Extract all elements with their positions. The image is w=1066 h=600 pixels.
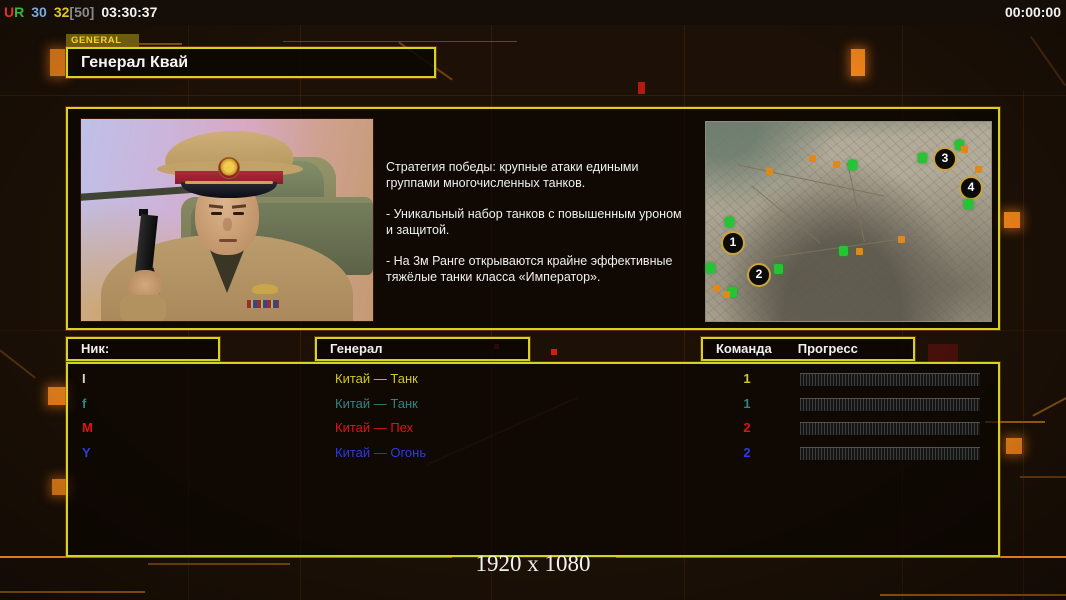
portrait-emblem [218, 157, 240, 179]
structure-icon [898, 236, 905, 243]
structure-icon [766, 168, 773, 175]
start-position-marker: 1 [721, 231, 745, 255]
portrait-eyel [211, 212, 222, 215]
supply-dock-icon [839, 246, 848, 256]
header-general: Генерал [315, 337, 530, 361]
header-progress-label: Прогресс [797, 341, 858, 356]
status-game-timer: 00:00:00 [1004, 4, 1061, 20]
player-general: Китай — Танк [335, 371, 418, 386]
briefing-panel: Стратегия победы: крупные атаки едиными … [66, 107, 1000, 330]
portrait-nose [223, 218, 232, 231]
strategy-line-3: - На 3м Ранге открываются крайне эффекти… [386, 254, 673, 284]
general-name-text: Генерал Квай [81, 54, 189, 71]
portrait-badge [252, 284, 278, 294]
start-position-marker: 3 [933, 147, 957, 171]
start-position-marker: 4 [959, 176, 983, 200]
player-team: 2 [743, 420, 751, 435]
start-position-marker: 2 [747, 263, 771, 287]
circuit-decor [638, 82, 645, 94]
supply-dock-icon [848, 160, 857, 170]
structure-icon [809, 155, 816, 162]
portrait-ribbons [247, 300, 279, 308]
supply-dock-icon [774, 264, 783, 274]
structure-icon [713, 285, 720, 292]
structure-icon [833, 161, 840, 168]
portrait-cuff [120, 295, 166, 321]
portrait-eyer [233, 212, 244, 215]
strategy-text: Стратегия победы: крупные атаки едиными … [386, 159, 704, 300]
circuit-decor [851, 49, 865, 76]
player-team: 1 [743, 395, 751, 411]
strategy-line-1: Стратегия победы: крупные атаки едиными … [386, 160, 639, 190]
status-letter-r: R [14, 4, 25, 20]
general-tab-label: GENERAL [66, 34, 139, 47]
player-nick: M [82, 420, 93, 435]
player-nick: Y [82, 444, 91, 460]
player-row: I Китай — Танк 1 [68, 367, 998, 392]
circuit-decor [50, 49, 65, 76]
player-row: f Китай — Танк 1 [68, 392, 998, 417]
circuit-decor [1020, 476, 1066, 478]
structure-icon [961, 146, 968, 153]
structure-icon [856, 248, 863, 255]
progress-bar [800, 422, 980, 436]
general-portrait [80, 118, 374, 322]
player-nick: I [82, 371, 86, 386]
player-general: Китай — Огонь [335, 444, 427, 460]
circuit-decor [880, 594, 1066, 596]
header-team-progress: Команда Прогресс [701, 337, 915, 361]
header-team-label: Команда [716, 341, 772, 356]
player-general: Китай — Пех [335, 420, 414, 435]
circuit-decor [551, 349, 557, 355]
player-row: Y Китай — Огонь 2 [68, 441, 998, 466]
circuit-decor [1004, 212, 1020, 228]
player-general: Китай — Танк [335, 395, 418, 411]
circuit-decor [1023, 90, 1024, 600]
portrait-braid [185, 181, 273, 184]
header-nick: Ник: [66, 337, 220, 361]
circuit-decor [1029, 35, 1066, 87]
general-name-box: Генерал Квай [66, 47, 436, 78]
circuit-decor [48, 387, 66, 405]
resolution-label: 1920 x 1080 [475, 551, 591, 576]
progress-bar [800, 373, 980, 387]
progress-bar [800, 397, 980, 412]
supply-dock-icon [964, 199, 973, 209]
status-letter-u: U [4, 4, 15, 20]
portrait-mouth [219, 239, 237, 242]
structure-icon [975, 166, 982, 173]
status-bar: UR 30 32[50] 03:30:37 00:00:00 [0, 0, 1066, 25]
circuit-decor [0, 591, 145, 593]
progress-bar [800, 446, 980, 461]
minimap: 12 34 [705, 121, 992, 322]
player-team: 1 [743, 371, 751, 386]
status-value-30: 30 [31, 4, 47, 20]
loading-screen: UR 30 32[50] 03:30:37 00:00:00 GENERAL Гене… [0, 0, 1066, 600]
player-row: M Китай — Пех 2 [68, 416, 998, 441]
circuit-decor [928, 344, 958, 364]
strategy-line-2: - Уникальный набор танков с повышенным у… [386, 207, 682, 237]
player-team: 2 [743, 444, 751, 460]
circuit-decor [0, 349, 36, 379]
supply-dock-icon [918, 153, 927, 163]
status-match-time: 03:30:37 [101, 4, 158, 20]
circuit-decor [1006, 438, 1022, 454]
circuit-decor [0, 330, 1066, 331]
status-value-50: [50] [69, 4, 95, 20]
supply-dock-icon [706, 263, 715, 273]
player-nick: f [82, 395, 87, 411]
status-left: UR 30 32[50] 03:30:37 [4, 1, 157, 23]
status-value-32: 32 [53, 4, 70, 20]
circuit-decor [0, 95, 1066, 96]
structure-icon [723, 291, 730, 298]
circuit-decor [1032, 391, 1066, 417]
supply-dock-icon [725, 217, 734, 227]
player-list-panel: I Китай — Танк 1 f Китай — Танк 1 M Китай — Пех… [66, 362, 1000, 557]
